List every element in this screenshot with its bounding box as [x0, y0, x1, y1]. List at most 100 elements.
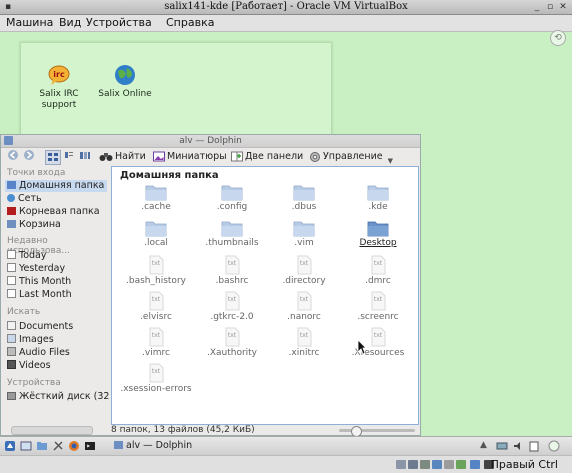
file-item[interactable]: txt .vimrc: [120, 327, 192, 359]
file-item[interactable]: txt .bashrc: [196, 255, 268, 287]
text-file-icon: txt: [371, 327, 386, 347]
file-item[interactable]: txt .screenrc: [342, 291, 414, 323]
file-item[interactable]: txt .elvisrc: [120, 291, 192, 323]
places-item-this-month[interactable]: This Month: [7, 276, 71, 288]
view-icons-button[interactable]: [45, 150, 61, 165]
status-bar: 8 папок, 13 файлов (45,2 КиБ): [111, 425, 419, 437]
places-item-videos[interactable]: Videos: [7, 360, 51, 372]
places-scrollbar[interactable]: [11, 426, 93, 435]
forward-button[interactable]: [23, 149, 35, 165]
irc-icon: irc: [48, 65, 70, 85]
places-item-last-month[interactable]: Last Month: [7, 289, 72, 301]
folder-icon: [145, 221, 167, 237]
shared-folders-status-icon[interactable]: [444, 460, 454, 469]
svg-text:txt: txt: [300, 296, 309, 303]
kickoff-menu-icon[interactable]: [4, 440, 16, 452]
text-file-icon: txt: [225, 255, 240, 275]
folder-item[interactable]: .config: [196, 183, 268, 213]
menu-view[interactable]: Вид: [59, 15, 81, 31]
control-label: Управление: [323, 151, 383, 162]
places-item-audio[interactable]: Audio Files: [7, 347, 70, 359]
folder-icon: [293, 221, 315, 237]
file-item[interactable]: txt .xinitrc: [268, 327, 340, 359]
file-item[interactable]: txt .gtkrc-2.0: [196, 291, 268, 323]
view-columns-button[interactable]: [79, 149, 91, 165]
places-item-harddisk[interactable]: Жёсткий диск (32,: [7, 391, 109, 403]
desktop-icon-irc[interactable]: irc Salix IRC support: [29, 63, 89, 111]
panel-toolbox-icon[interactable]: [548, 440, 560, 452]
taskbar-dolphin[interactable]: alv — Dolphin: [110, 439, 230, 453]
browser-icon[interactable]: [68, 440, 80, 452]
item-label: .config: [216, 202, 248, 212]
folder-item[interactable]: .vim: [268, 219, 340, 249]
item-label: .kde: [368, 202, 388, 212]
maximize-icon[interactable]: ▫: [545, 2, 555, 12]
usb-status-icon[interactable]: [420, 460, 430, 469]
mouse-integration-icon[interactable]: [470, 460, 480, 469]
places-item-documents[interactable]: Documents: [7, 321, 73, 333]
desktop-pager-icon[interactable]: [20, 440, 32, 452]
video-icon: [7, 360, 16, 369]
capture-status-icon[interactable]: [456, 460, 466, 469]
mouse-cursor-icon: [357, 339, 367, 355]
places-item-root[interactable]: Корневая папка: [7, 206, 100, 218]
file-item[interactable]: txt .Xresources: [342, 327, 414, 359]
folder-item[interactable]: .thumbnails: [196, 219, 268, 249]
trash-icon: [7, 220, 16, 228]
item-label: .bash_history: [126, 276, 186, 286]
desktop-toolbox-icon[interactable]: ⟲: [550, 30, 566, 46]
places-item-yesterday[interactable]: Yesterday: [7, 263, 65, 275]
vbox-menubar: Машина Вид Устройства Справка: [0, 15, 572, 32]
file-item[interactable]: txt .xsession-errors: [120, 363, 192, 395]
file-item[interactable]: txt .nanorc: [268, 291, 340, 323]
text-file-icon: txt: [297, 291, 312, 311]
places-item-images[interactable]: Images: [7, 334, 54, 346]
dolphin-title: alv — Dolphin: [179, 136, 242, 146]
places-item-network[interactable]: Сеть: [7, 193, 42, 205]
menu-help[interactable]: Справка: [166, 15, 214, 31]
folder-item[interactable]: .kde: [342, 183, 414, 213]
optical-status-icon[interactable]: [408, 460, 418, 469]
file-item[interactable]: txt .dmrc: [342, 255, 414, 287]
folder-item[interactable]: Desktop: [342, 219, 414, 249]
text-file-icon: txt: [225, 291, 240, 311]
clipboard-tray-icon[interactable]: [528, 440, 540, 452]
places-item-trash[interactable]: Корзина: [7, 219, 61, 231]
back-button[interactable]: [7, 149, 19, 165]
minimize-icon[interactable]: _: [532, 2, 542, 12]
folder-item[interactable]: .local: [120, 219, 192, 249]
file-item[interactable]: txt .Xauthority: [196, 327, 268, 359]
item-label: .xsession-errors: [120, 384, 192, 394]
folder-item[interactable]: .cache: [120, 183, 192, 213]
find-button[interactable]: Найти: [99, 149, 146, 165]
folder-item[interactable]: .dbus: [268, 183, 340, 213]
control-button[interactable]: Управление ▼: [309, 149, 393, 165]
terminal-icon[interactable]: [84, 440, 96, 452]
places-header-search: Искать: [7, 307, 41, 317]
view-details-button[interactable]: [63, 149, 75, 165]
hdd-status-icon[interactable]: [396, 460, 406, 469]
tray-arrow-icon[interactable]: ▲: [480, 440, 487, 450]
text-file-icon: txt: [149, 327, 164, 347]
split-button[interactable]: Две панели: [231, 149, 303, 165]
menu-machine[interactable]: Машина: [6, 15, 53, 31]
breadcrumb[interactable]: Домашняя папка: [120, 170, 219, 181]
host-key-label: Правый Ctrl: [490, 458, 558, 471]
file-manager-icon[interactable]: [36, 440, 48, 452]
menu-devices[interactable]: Устройства: [86, 15, 152, 31]
item-label: .xinitrc: [288, 348, 320, 358]
volume-tray-icon[interactable]: [512, 440, 524, 452]
network-status-icon[interactable]: [432, 460, 442, 469]
places-item-today[interactable]: Today: [7, 250, 46, 262]
settings-icon[interactable]: [52, 440, 64, 452]
file-item[interactable]: txt .directory: [268, 255, 340, 287]
image-icon: [7, 334, 16, 343]
close-icon[interactable]: ✕: [558, 2, 568, 12]
file-item[interactable]: txt .bash_history: [120, 255, 192, 287]
preview-button[interactable]: Миниатюры: [153, 149, 227, 165]
places-item-home[interactable]: Домашняя папка: [5, 180, 107, 192]
network-tray-icon[interactable]: [496, 440, 508, 452]
item-label: .bashrc: [215, 276, 249, 286]
desktop-icon-salix-online[interactable]: Salix Online: [95, 63, 155, 100]
item-label: .local: [144, 238, 168, 248]
